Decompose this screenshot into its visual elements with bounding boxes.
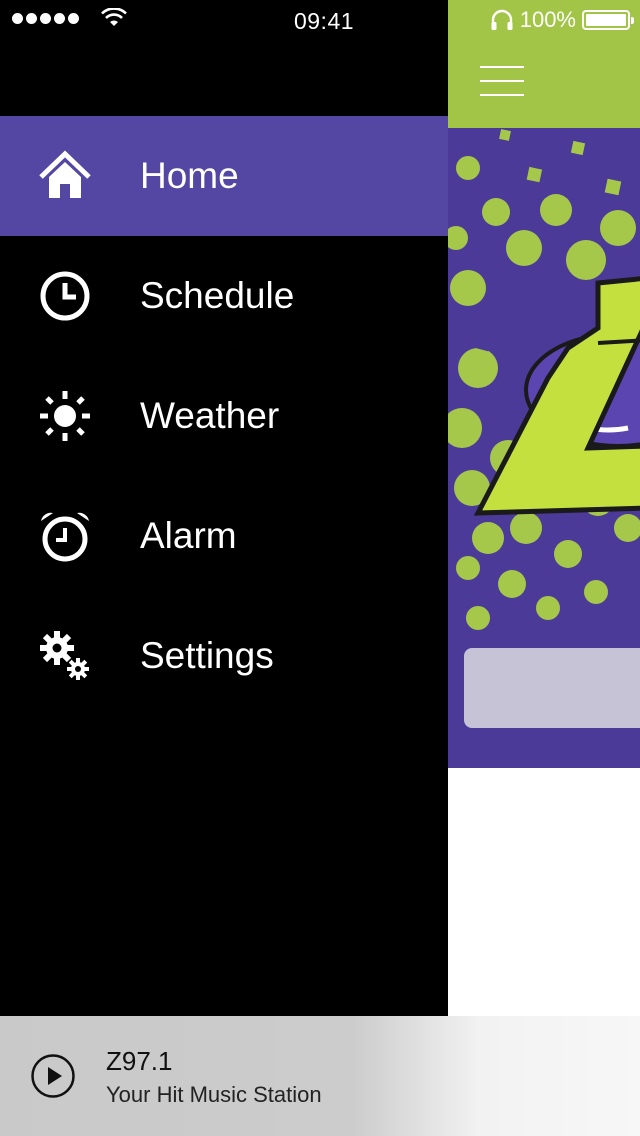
battery-percent: 100%	[519, 7, 576, 32]
menu-item-home[interactable]: Home	[0, 116, 448, 236]
battery-icon	[582, 10, 634, 30]
menu-item-settings[interactable]: Settings	[0, 596, 448, 716]
main-content	[448, 0, 640, 1016]
headphones-icon	[491, 9, 513, 30]
sun-icon	[38, 389, 92, 443]
menu-item-alarm[interactable]: Alarm	[0, 476, 448, 596]
home-icon	[38, 149, 92, 203]
clock-icon	[38, 269, 92, 323]
station-name: Z97.1	[106, 1046, 173, 1076]
station-tagline: Your Hit Music Station	[106, 1082, 322, 1107]
banner-overlay-box	[464, 648, 640, 728]
menu-item-weather[interactable]: Weather	[0, 356, 448, 476]
navigation-drawer: Home Schedule Weather Alarm Settings	[0, 0, 448, 1016]
now-playing-bar[interactable]: Z97.1 Your Hit Music Station	[0, 1016, 640, 1136]
gears-icon	[38, 629, 92, 683]
menu-item-label: Alarm	[140, 515, 237, 556]
menu-item-label: Schedule	[140, 275, 295, 316]
alarm-clock-icon	[38, 509, 92, 563]
hamburger-menu-icon[interactable]	[480, 66, 524, 96]
menu-item-schedule[interactable]: Schedule	[0, 236, 448, 356]
menu-item-label: Home	[140, 155, 239, 196]
station-banner	[448, 128, 640, 768]
status-bar: 09:41 100%	[0, 0, 640, 40]
status-right: 100%	[490, 7, 634, 33]
menu-item-label: Settings	[140, 635, 274, 676]
play-icon[interactable]	[30, 1053, 76, 1099]
menu-item-label: Weather	[140, 395, 280, 436]
